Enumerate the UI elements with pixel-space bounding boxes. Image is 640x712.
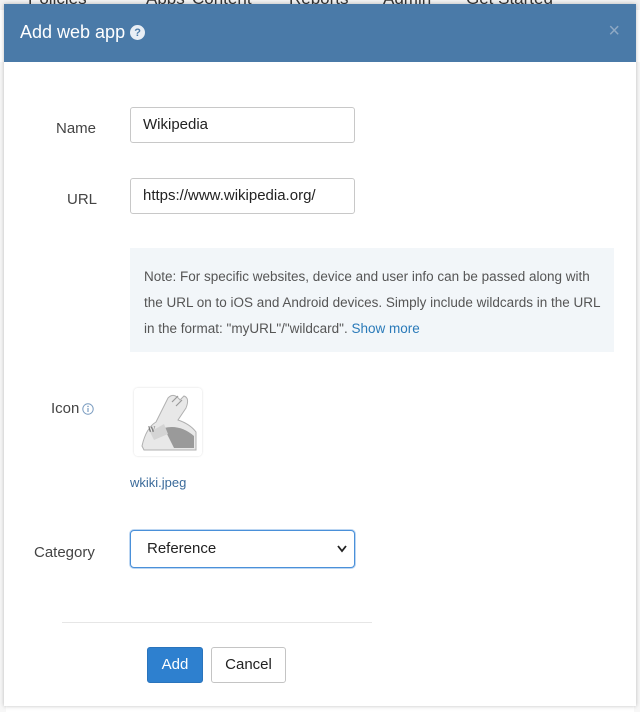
cancel-button[interactable]: Cancel bbox=[211, 647, 286, 683]
url-label: URL bbox=[67, 191, 98, 208]
footer-divider bbox=[62, 622, 372, 623]
modal-title-text: Add web app bbox=[20, 22, 126, 42]
info-icon[interactable] bbox=[82, 402, 95, 415]
category-select[interactable]: Reference bbox=[130, 530, 355, 568]
svg-text:W: W bbox=[148, 426, 156, 434]
close-icon[interactable]: × bbox=[608, 20, 620, 43]
show-more-link[interactable]: Show more bbox=[352, 321, 420, 336]
url-wildcard-note: Note: For specific websites, device and … bbox=[130, 248, 614, 352]
url-field[interactable]: https://www.wikipedia.org/ bbox=[130, 178, 355, 214]
icon-label: Icon bbox=[51, 400, 80, 417]
add-button[interactable]: Add bbox=[147, 647, 203, 683]
add-web-app-modal: Add web app ? × Name Wikipedia URL https… bbox=[4, 4, 636, 706]
category-label: Category bbox=[34, 544, 95, 561]
icon-label-group: Icon bbox=[51, 400, 95, 417]
name-field[interactable]: Wikipedia bbox=[130, 107, 355, 143]
name-label: Name bbox=[56, 120, 97, 137]
app-icon-image[interactable]: W bbox=[134, 388, 202, 456]
icon-filename[interactable]: wkiki.jpeg bbox=[130, 475, 186, 490]
modal-title: Add web app ? bbox=[20, 22, 146, 43]
chevron-down-icon bbox=[336, 531, 348, 581]
question-circle-icon[interactable]: ? bbox=[130, 25, 146, 40]
modal-header: Add web app ? × bbox=[4, 4, 636, 62]
category-selected-value: Reference bbox=[147, 540, 217, 557]
